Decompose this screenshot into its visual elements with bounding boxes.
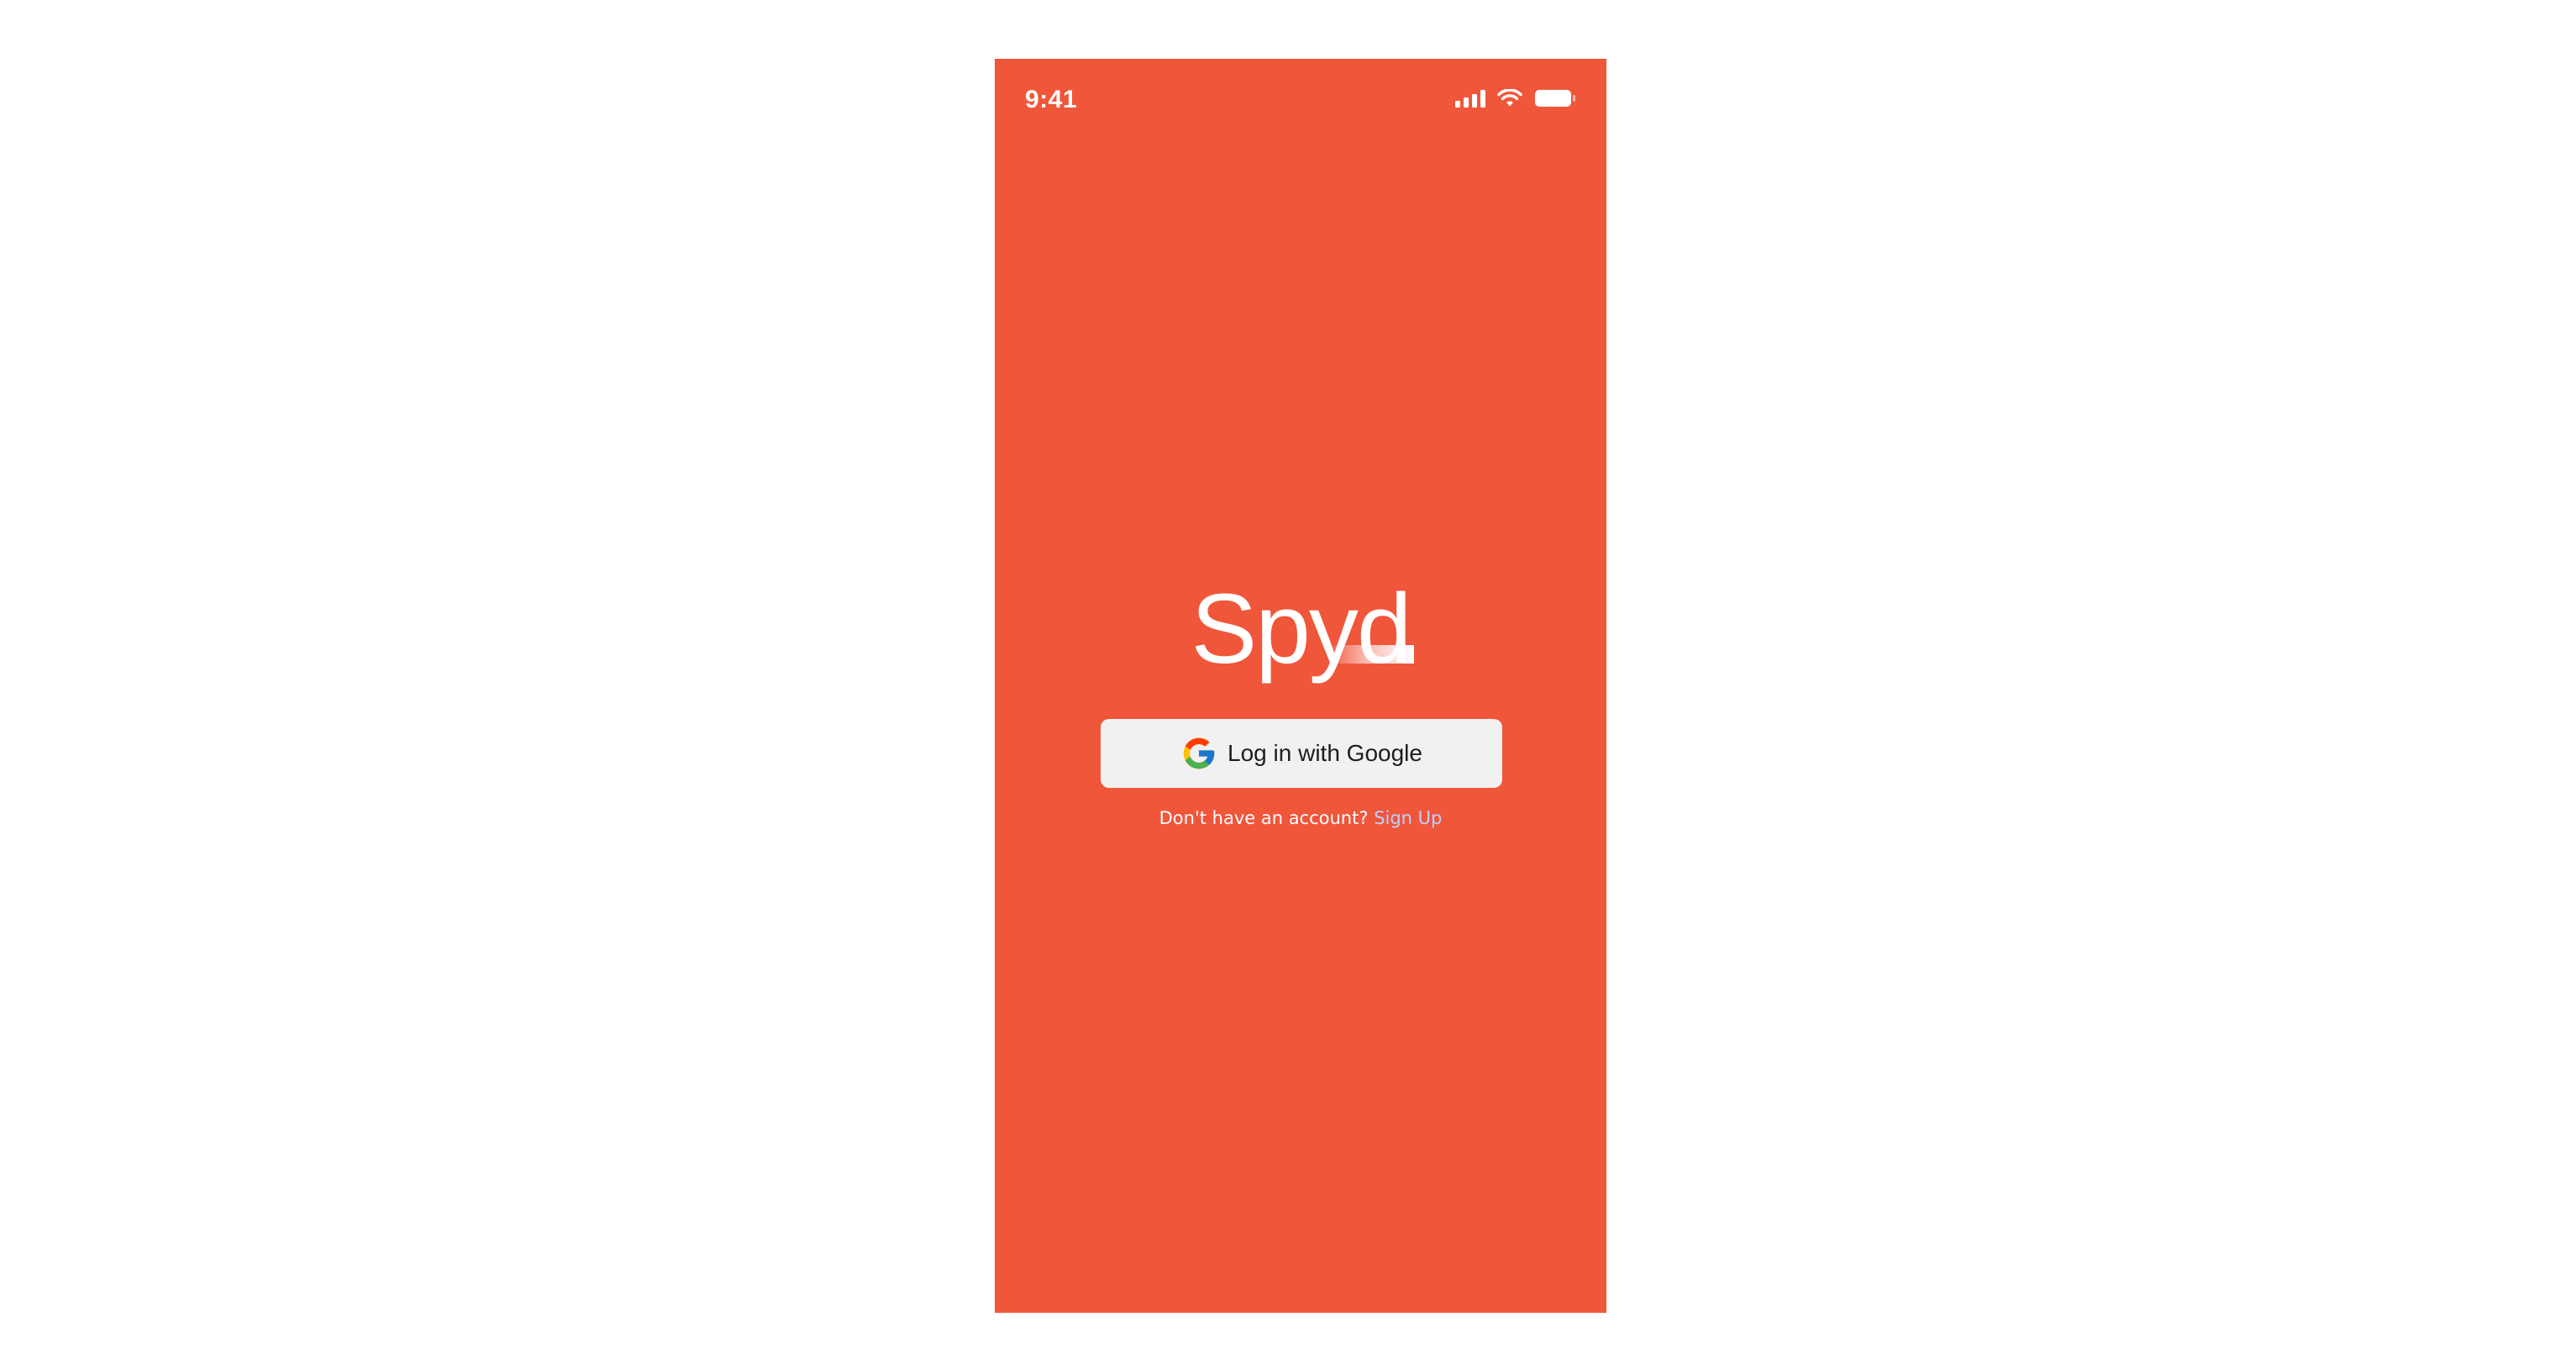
logo: Spyd <box>995 580 1606 679</box>
signup-link[interactable]: Sign Up <box>1374 808 1442 828</box>
google-icon <box>1183 737 1215 769</box>
battery-icon <box>1534 89 1576 108</box>
google-login-button[interactable]: Log in with Google <box>1101 719 1502 788</box>
phone-screen: 9:41 Spyd Log in with Google Don't have … <box>995 59 1606 1313</box>
logo-wordmark: Spyd <box>1191 574 1412 685</box>
status-time: 9:41 <box>1025 86 1078 113</box>
wifi-icon <box>1497 89 1522 108</box>
google-login-label: Log in with Google <box>1228 740 1422 766</box>
status-bar: 9:41 <box>995 59 1606 151</box>
signup-prompt-line: Don't have an account? Sign Up <box>995 808 1606 828</box>
page-canvas: 9:41 Spyd Log in with Google Don't have … <box>0 0 2576 1359</box>
signup-prompt-text: Don't have an account? <box>1159 808 1369 828</box>
logo-underline-accent <box>1327 645 1414 664</box>
status-icons <box>1455 87 1576 109</box>
cellular-signal-icon <box>1455 89 1485 108</box>
